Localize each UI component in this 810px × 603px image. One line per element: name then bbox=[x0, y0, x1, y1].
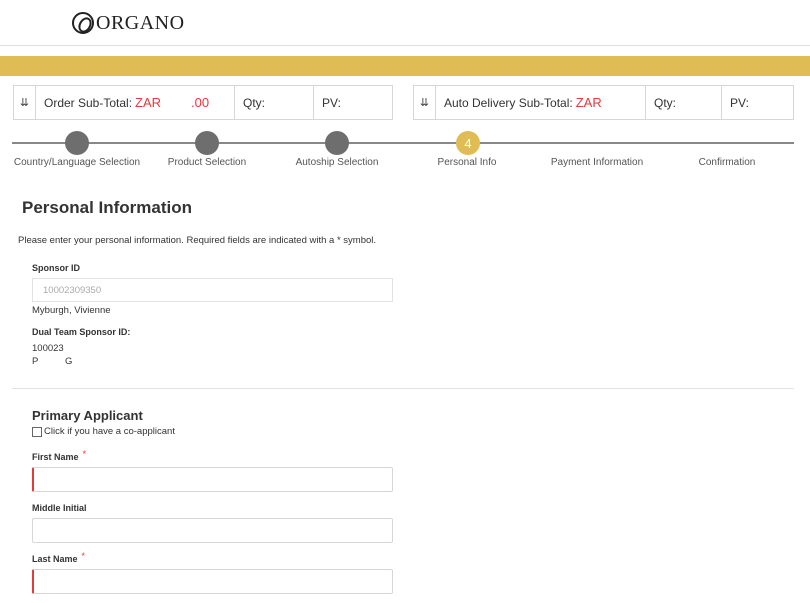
double-chevron-down-icon: ⇊ bbox=[419, 97, 430, 109]
step-product-selection-dot[interactable] bbox=[195, 131, 219, 155]
primary-applicant-title: Primary Applicant bbox=[32, 408, 143, 423]
coapplicant-label: Click if you have a co-applicant bbox=[44, 426, 175, 437]
autodelivery-pv-label: PV: bbox=[730, 95, 749, 110]
last-name-input[interactable] bbox=[32, 569, 393, 594]
autodelivery-currency: ZAR bbox=[575, 95, 602, 110]
step-product-selection-label[interactable]: Product Selection bbox=[168, 157, 246, 168]
section-divider bbox=[12, 388, 794, 389]
site-header: ORGANO bbox=[0, 0, 810, 46]
organo-logo[interactable]: ORGANO bbox=[72, 11, 185, 35]
page-intro: Please enter your personal information. … bbox=[18, 235, 377, 246]
first-name-label: First Name * bbox=[32, 449, 87, 462]
step-autoship-selection-label[interactable]: Autoship Selection bbox=[296, 157, 379, 168]
organo-logo-icon bbox=[72, 12, 94, 34]
logo-text: ORGANO bbox=[96, 11, 185, 34]
step-payment-information-label: Payment Information bbox=[550, 157, 644, 168]
step-autoship-selection-dot[interactable] bbox=[325, 131, 349, 155]
middle-initial-input[interactable] bbox=[32, 518, 393, 543]
step-country-language-label[interactable]: Country/Language Selection bbox=[14, 157, 140, 168]
order-amount: .00 bbox=[191, 95, 210, 110]
required-mark: * bbox=[81, 551, 86, 561]
order-summary-toggle[interactable]: ⇊ bbox=[14, 86, 36, 119]
order-qty: Qty: bbox=[235, 86, 314, 119]
autodelivery-subtotal: Auto Delivery Sub-Total: ZAR bbox=[436, 86, 646, 119]
first-name-input[interactable] bbox=[32, 467, 393, 492]
sponsor-name: Myburgh, Vivienne bbox=[32, 305, 111, 316]
sponsor-id-value: 10002309350 bbox=[43, 284, 102, 296]
sponsor-id-field: 10002309350 bbox=[32, 278, 393, 302]
autodelivery-qty: Qty: bbox=[646, 86, 722, 119]
order-pv: PV: bbox=[314, 86, 392, 119]
dual-team-sponsor-label: Dual Team Sponsor ID: bbox=[32, 327, 131, 337]
double-chevron-down-icon: ⇊ bbox=[19, 97, 30, 109]
step-personal-info-dot: 4 bbox=[456, 131, 480, 155]
order-currency: ZAR bbox=[135, 95, 162, 110]
order-subtotal: Order Sub-Total: ZAR .00 bbox=[36, 86, 235, 119]
autodelivery-subtotal-label: Auto Delivery Sub-Total: bbox=[444, 95, 573, 110]
step-country-language-dot[interactable] bbox=[65, 131, 89, 155]
step-personal-info-label: Personal Info bbox=[437, 157, 497, 168]
middle-initial-label: Middle Initial bbox=[32, 503, 87, 513]
sponsor-id-label: Sponsor ID bbox=[32, 263, 81, 273]
gold-banner bbox=[0, 56, 810, 76]
order-qty-label: Qty: bbox=[243, 95, 266, 110]
dual-team-p: P bbox=[32, 356, 39, 367]
order-subtotal-label: Order Sub-Total: bbox=[44, 95, 133, 110]
step-confirmation-label: Confirmation bbox=[698, 157, 756, 168]
dual-team-sponsor-value: 100023 bbox=[32, 343, 64, 354]
coapplicant-checkbox[interactable] bbox=[32, 426, 42, 437]
autodelivery-summary-toggle[interactable]: ⇊ bbox=[414, 86, 436, 119]
order-subtotal-panel: ⇊ Order Sub-Total: ZAR .00 Qty: PV: bbox=[13, 85, 393, 120]
order-pv-label: PV: bbox=[322, 95, 341, 110]
autodelivery-subtotal-panel: ⇊ Auto Delivery Sub-Total: ZAR Qty: PV: bbox=[413, 85, 794, 120]
autodelivery-qty-label: Qty: bbox=[654, 95, 677, 110]
page-title: Personal Information bbox=[22, 198, 193, 217]
progress-line bbox=[12, 142, 794, 144]
dual-team-g: G bbox=[65, 356, 73, 367]
required-mark: * bbox=[82, 449, 87, 459]
autodelivery-pv: PV: bbox=[722, 86, 793, 119]
last-name-label: Last Name * bbox=[32, 551, 86, 564]
coapplicant-option[interactable]: Click if you have a co-applicant bbox=[32, 426, 175, 437]
